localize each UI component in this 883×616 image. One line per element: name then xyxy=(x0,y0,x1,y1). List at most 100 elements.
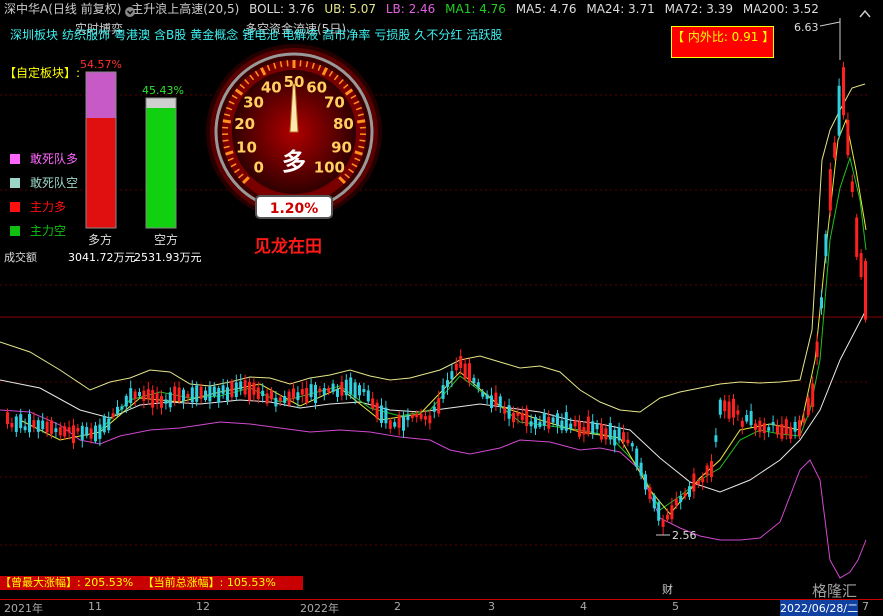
kline-chart[interactable]: 6.63 2.56 财 0102030405060708090100 多 1.2… xyxy=(0,0,883,611)
candle-body xyxy=(200,387,203,399)
candle-body xyxy=(736,410,739,414)
legend-swatch xyxy=(10,202,20,212)
candle-body xyxy=(41,421,44,430)
candle-body xyxy=(842,67,845,115)
candle-body xyxy=(398,415,401,428)
candle-body xyxy=(213,386,216,395)
legend-swatch xyxy=(10,178,20,188)
concept-block-0[interactable]: 深圳板块 xyxy=(10,28,58,42)
candle-body xyxy=(785,419,788,434)
candle-body xyxy=(618,427,621,440)
candle-body xyxy=(125,396,128,407)
candle-body xyxy=(76,428,79,431)
gauge-tick xyxy=(359,140,365,141)
ma-green-line xyxy=(100,158,866,510)
concept-block-10[interactable]: 活跃股 xyxy=(466,28,502,42)
candle-body xyxy=(393,422,396,426)
candle-body xyxy=(477,382,480,387)
bear-percent: 45.43% xyxy=(142,84,184,97)
stock-title[interactable]: 深中华A(日线 前复权) xyxy=(4,2,121,16)
candle-body xyxy=(134,391,137,398)
candle-body xyxy=(169,392,172,407)
x-axis-tick: 2022/06/28/二 xyxy=(780,600,858,616)
candle-body xyxy=(230,381,233,397)
candle-body xyxy=(604,428,607,439)
candle-body xyxy=(15,416,18,432)
concept-block-3[interactable]: 含B股 xyxy=(154,28,186,42)
gauge-status-label: 见龙在田 xyxy=(254,232,322,257)
gauge-tick xyxy=(357,121,365,122)
candle-body xyxy=(697,481,700,484)
candle-body xyxy=(613,430,616,445)
collapse-icon[interactable] xyxy=(858,4,872,23)
candle-body xyxy=(516,413,519,416)
candle-body xyxy=(50,420,53,433)
candle-body xyxy=(587,417,590,435)
legend-item-0: 敢死队多 xyxy=(10,150,78,167)
candle-body xyxy=(336,389,339,397)
legend-swatch xyxy=(10,154,20,164)
candle-body xyxy=(864,261,867,320)
candle-body xyxy=(345,380,348,396)
candle-body xyxy=(824,234,827,256)
candle-body xyxy=(670,505,673,519)
high-price-label: 6.63 xyxy=(794,21,819,34)
candle-body xyxy=(204,391,207,400)
bear-label: 空方 xyxy=(154,231,178,248)
bull-amount: 3041.72万元 xyxy=(68,249,136,265)
candle-body xyxy=(32,420,35,427)
concept-block-1[interactable]: 纺织服饰 xyxy=(62,28,110,42)
concept-block-7[interactable]: 高市净率 xyxy=(322,28,370,42)
candle-body xyxy=(582,427,585,434)
candle-body xyxy=(569,424,572,429)
candle-body xyxy=(754,423,757,429)
candle-body xyxy=(98,425,101,439)
concept-block-8[interactable]: 亏损股 xyxy=(374,28,410,42)
candle-body xyxy=(503,407,506,413)
candle-body xyxy=(103,416,106,432)
candle-body xyxy=(81,426,84,440)
x-axis-tick: 11 xyxy=(88,600,102,613)
candle-body xyxy=(692,474,695,492)
candle-body xyxy=(186,394,189,398)
candle-body xyxy=(332,384,335,392)
concept-block-9[interactable]: 久不分红 xyxy=(414,28,462,42)
concept-block-6[interactable]: 电解液 xyxy=(282,28,318,42)
candle-body xyxy=(85,427,88,436)
candle-body xyxy=(384,408,387,424)
concept-block-4[interactable]: 黄金概念 xyxy=(190,28,238,42)
candle-body xyxy=(362,389,365,392)
candle-body xyxy=(354,382,357,397)
indicator-name[interactable]: 主升浪上高速(20,5) xyxy=(131,2,239,16)
ma72-value: MA72: 3.39 xyxy=(665,2,733,16)
concept-blocks: 深圳板块纺织服饰粤港澳含B股黄金概念锂电池电解液高市净率亏损股久不分红活跃股 xyxy=(10,26,506,43)
legend-swatch xyxy=(10,226,20,236)
candle-body xyxy=(116,407,119,414)
candle-body xyxy=(552,418,555,423)
gauge-number: 90 xyxy=(331,138,352,156)
settings-icon[interactable] xyxy=(124,2,136,21)
candle-body xyxy=(252,383,255,395)
x-axis-tick: 4 xyxy=(580,600,587,613)
candle-body xyxy=(46,422,49,433)
candle-body xyxy=(178,388,181,402)
gauge-center-text: 多 xyxy=(282,148,306,176)
turnover-label: 成交额 xyxy=(4,249,37,265)
candle-body xyxy=(811,383,814,407)
candle-body xyxy=(266,393,269,403)
candle-body xyxy=(728,401,731,418)
candle-body xyxy=(10,423,13,427)
candle-body xyxy=(490,395,493,408)
concept-block-2[interactable]: 粤港澳 xyxy=(114,28,150,42)
candle-body xyxy=(327,388,330,392)
candle-body xyxy=(437,398,440,413)
legend-item-3: 主力空 xyxy=(10,222,66,239)
candle-body xyxy=(758,421,761,433)
fund-flow-gauge: 0102030405060708090100 多 1.20% xyxy=(206,44,382,220)
concept-block-5[interactable]: 锂电池 xyxy=(242,28,278,42)
candle-body xyxy=(288,392,291,406)
gauge-number: 10 xyxy=(236,138,257,156)
candle-body xyxy=(789,427,792,439)
finance-mark: 财 xyxy=(662,582,673,596)
ma200-value: MA200: 3.52 xyxy=(743,2,819,16)
